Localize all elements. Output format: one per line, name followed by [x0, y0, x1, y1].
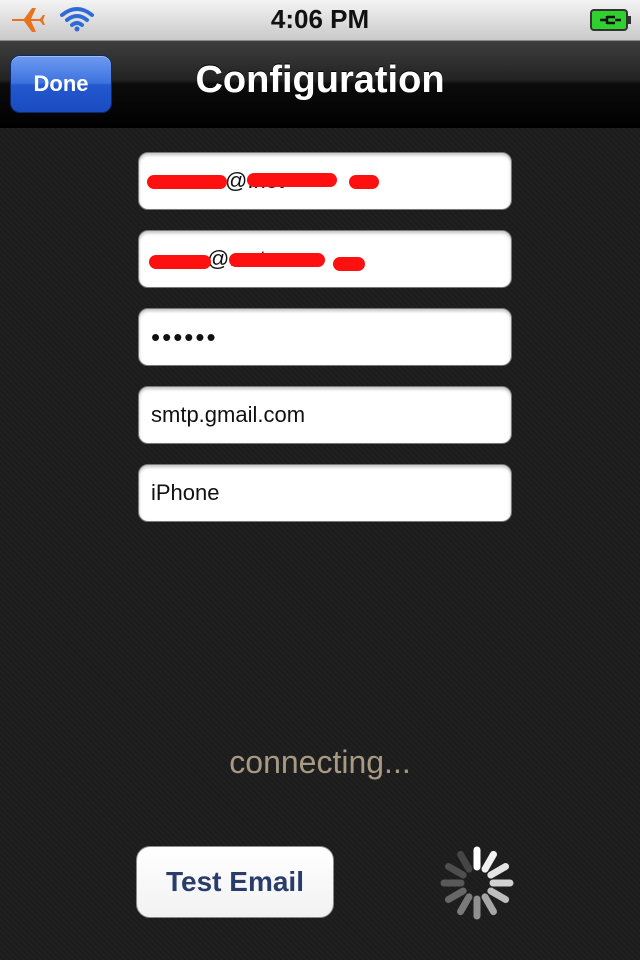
- email-field[interactable]: @.net: [138, 152, 512, 210]
- device-name-field[interactable]: iPhone: [138, 464, 512, 522]
- navigation-bar: Done Configuration: [0, 41, 640, 128]
- smtp-server-field[interactable]: smtp.gmail.com: [138, 386, 512, 444]
- activity-spinner-icon: [440, 846, 514, 920]
- redaction-mark: [229, 253, 325, 267]
- redaction-mark: [349, 175, 379, 189]
- redaction-mark: [333, 257, 365, 271]
- battery-charging-icon: [590, 9, 631, 31]
- test-email-button[interactable]: Test Email: [136, 846, 334, 918]
- smtp-server-field-value: smtp.gmail.com: [151, 402, 306, 427]
- redaction-mark: [147, 175, 227, 189]
- page-title: Configuration: [195, 59, 445, 101]
- connection-status-text: connecting...: [229, 744, 411, 780]
- redaction-mark: [149, 255, 211, 269]
- password-field[interactable]: ••••••: [138, 308, 512, 366]
- password-field-value: ••••••: [151, 321, 218, 352]
- status-bar: 4:06 PM: [0, 0, 640, 41]
- from-email-field[interactable]: @.net: [138, 230, 512, 288]
- redaction-mark: [247, 173, 337, 187]
- device-name-field-value: iPhone: [151, 480, 220, 505]
- configuration-form: @.net @.net •••••• smtp.gmail.com iPhone…: [0, 128, 640, 960]
- status-time: 4:06 PM: [270, 4, 370, 34]
